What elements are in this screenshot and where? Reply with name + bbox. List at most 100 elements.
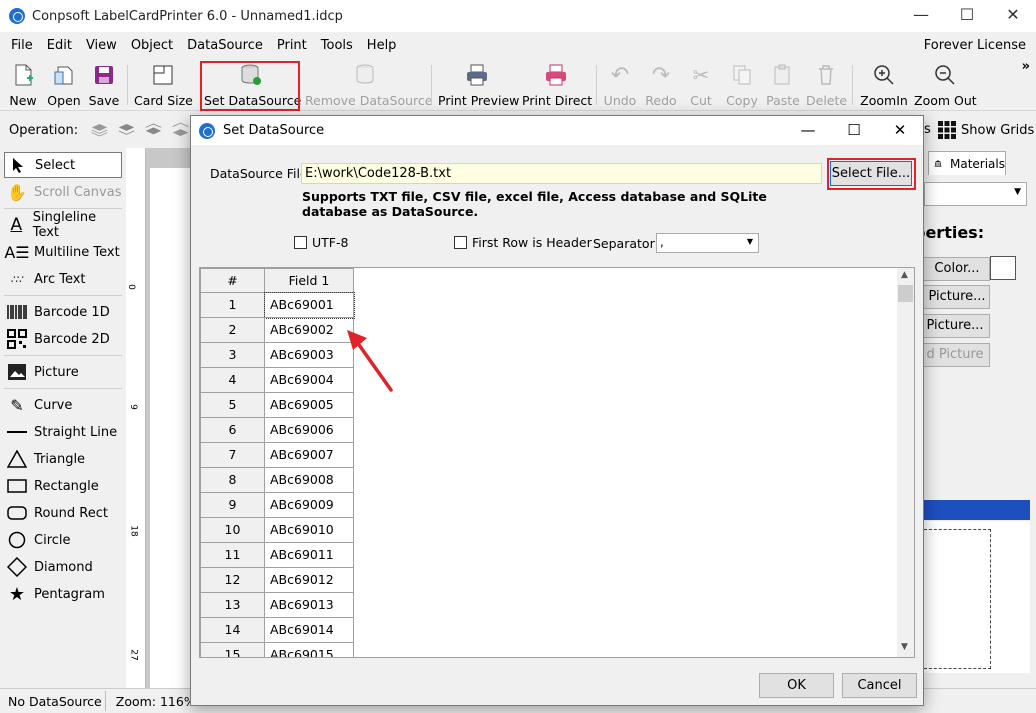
row-index-cell[interactable]: 2 [200,318,265,343]
table-row[interactable]: 9 ABc69009 [200,493,354,518]
table-row[interactable]: 8 ABc69008 [200,468,354,493]
field1-cell[interactable]: ABc69007 [265,443,354,468]
cut-button[interactable]: ✂ Cut [686,61,716,109]
row-index-cell[interactable]: 13 [200,593,265,618]
table-row[interactable]: 3 ABc69003 [200,343,354,368]
menu-edit[interactable]: Edit [40,38,79,53]
table-row[interactable]: 4 ABc69004 [200,368,354,393]
picture-button-2[interactable]: Picture... [914,314,990,338]
menu-help[interactable]: Help [360,38,404,53]
tool-diamond[interactable]: Diamond [4,554,122,580]
menu-object[interactable]: Object [124,38,180,53]
scrollbar-thumb[interactable] [898,285,913,302]
clear-picture-button[interactable]: d Picture [914,343,990,367]
row-index-cell[interactable]: 8 [200,468,265,493]
color-swatch[interactable] [990,256,1016,280]
table-row[interactable]: 10 ABc69010 [200,518,354,543]
row-index-cell[interactable]: 1 [200,293,265,318]
row-index-cell[interactable]: 5 [200,393,265,418]
card-size-button[interactable]: Card Size [134,61,193,109]
layer-send-back-icon[interactable] [171,121,190,139]
field1-cell[interactable]: ABc69005 [265,393,354,418]
tool-select[interactable]: Select [4,152,122,178]
row-index-cell[interactable]: 7 [200,443,265,468]
data-grid[interactable]: # Field 1 1 ABc69001 2 ABc69002 3 ABc69003 4 AB… [199,267,915,658]
materials-tab[interactable]: Materials [928,151,1006,175]
field1-cell[interactable]: ABc69009 [265,493,354,518]
utf8-checkbox[interactable]: UTF-8 [294,235,348,250]
picture-button[interactable]: Picture... [914,285,990,309]
table-row[interactable]: 5 ABc69005 [200,393,354,418]
print-direct-button[interactable]: Print Direct [522,61,592,109]
color-button[interactable]: Color... [914,257,990,281]
separator-select[interactable]: , ▼ [656,233,759,253]
row-index-cell[interactable]: 3 [200,343,265,368]
close-button[interactable]: ✕ [990,0,1036,32]
row-index-cell[interactable]: 4 [200,368,265,393]
vertical-scrollbar[interactable]: ▲ ▼ [897,268,914,657]
delete-button[interactable]: Delete [806,61,847,109]
open-button[interactable]: Open [46,61,82,109]
undo-button[interactable]: ↶ Undo [602,61,638,109]
table-row[interactable]: 6 ABc69006 [200,418,354,443]
table-row[interactable]: 12 ABc69012 [200,568,354,593]
property-dropdown[interactable]: ▼ [924,182,1027,206]
label-card-paper[interactable] [150,168,190,688]
tool-pentagram[interactable]: ★ Pentagram [4,581,122,607]
row-index-cell[interactable]: 15 [200,643,265,657]
paste-button[interactable]: Paste [764,61,802,109]
tool-barcode-1d[interactable]: Barcode 1D [4,299,122,325]
cancel-button[interactable]: Cancel [842,673,917,698]
tool-scroll-canvas[interactable]: ✋ Scroll Canvas [4,179,122,205]
copy-button[interactable]: Copy [724,61,760,109]
row-index-cell[interactable]: 10 [200,518,265,543]
scroll-down-icon[interactable]: ▼ [901,642,908,652]
row-index-cell[interactable]: 6 [200,418,265,443]
menu-tools[interactable]: Tools [314,38,360,53]
tool-rectangle[interactable]: Rectangle [4,473,122,499]
minimize-button[interactable]: — [898,0,944,32]
table-row[interactable]: 13 ABc69013 [200,593,354,618]
first-row-header-checkbox[interactable]: First Row is Header [454,235,592,250]
zoom-in-button[interactable]: ZoomIn [858,61,910,109]
menu-datasource[interactable]: DataSource [180,38,270,53]
scroll-up-icon[interactable]: ▲ [901,270,908,280]
field1-cell[interactable]: ABc69010 [265,518,354,543]
print-preview-button[interactable]: Print Preview [438,61,519,109]
table-row[interactable]: 1 ABc69001 [200,292,355,319]
tool-barcode-2d[interactable]: Barcode 2D [4,326,122,352]
save-button[interactable]: Save [88,61,120,109]
ok-button[interactable]: OK [759,673,834,698]
tool-circle[interactable]: Circle [4,527,122,553]
tool-curve[interactable]: ✎ Curve [4,392,122,418]
menu-print[interactable]: Print [270,38,314,53]
column-header-index[interactable]: # [200,268,265,293]
field1-cell[interactable]: ABc69001 [264,292,355,319]
table-row[interactable]: 7 ABc69007 [200,443,354,468]
table-row[interactable]: 2 ABc69002 [200,318,354,343]
tool-round-rect[interactable]: Round Rect [4,500,122,526]
field1-cell[interactable]: ABc69015 [265,643,354,657]
show-grids-button[interactable]: Show Grids [938,121,1034,139]
tool-triangle[interactable]: Triangle [4,446,122,472]
layer-bring-front-icon[interactable] [90,121,109,139]
dialog-close-button[interactable]: ✕ [877,116,923,144]
tool-singleline-text[interactable]: A Singleline Text [4,210,122,240]
tool-multiline-text[interactable]: A☰ Multiline Text [4,239,122,265]
menu-view[interactable]: View [79,38,124,53]
new-button[interactable]: New [6,61,40,109]
row-index-cell[interactable]: 14 [200,618,265,643]
row-index-cell[interactable]: 9 [200,493,265,518]
field1-cell[interactable]: ABc69011 [265,543,354,568]
row-index-cell[interactable]: 11 [200,543,265,568]
dialog-minimize-button[interactable]: — [785,116,831,144]
table-row[interactable]: 11 ABc69011 [200,543,354,568]
tool-arc-text[interactable]: ∴∵ Arc Text [4,266,122,292]
row-index-cell[interactable]: 12 [200,568,265,593]
tool-picture[interactable]: Picture [4,359,122,385]
zoom-out-button[interactable]: Zoom Out [914,61,977,109]
layer-backward-icon[interactable] [144,121,163,139]
table-row[interactable]: 14 ABc69014 [200,618,354,643]
field1-cell[interactable]: ABc69013 [265,593,354,618]
column-header-field1[interactable]: Field 1 [265,268,354,293]
